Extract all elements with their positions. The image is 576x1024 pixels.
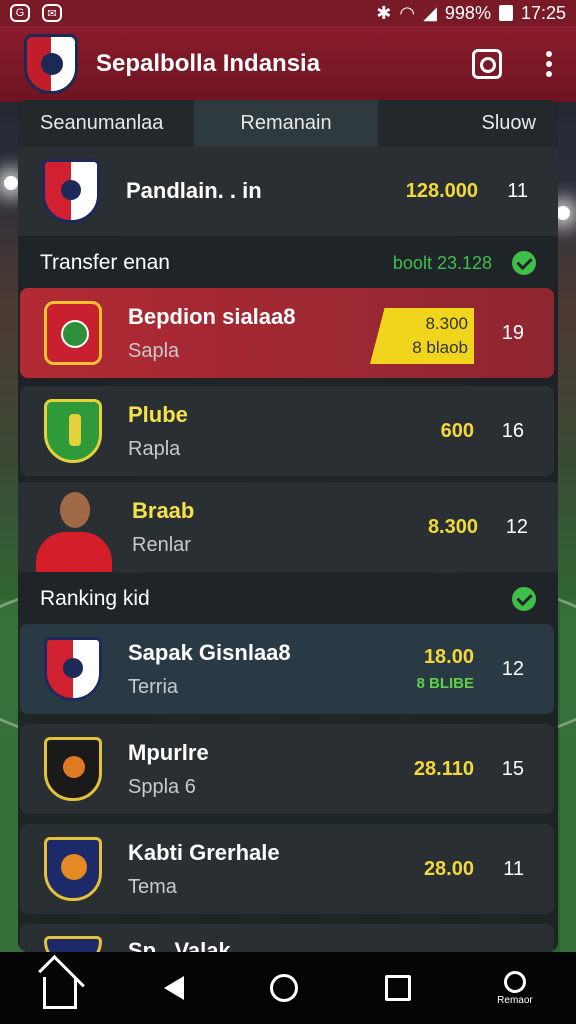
club-subtitle: Sppla 6 bbox=[128, 775, 196, 798]
club-name: Kabti Grerhale bbox=[128, 839, 280, 865]
section-meta: boolt 23.128 bbox=[392, 252, 492, 273]
clock: 17:25 bbox=[520, 2, 566, 23]
club-rank: 11 bbox=[507, 179, 528, 202]
list-item-top[interactable]: Pandlain. . in 128.000 11 bbox=[18, 146, 558, 236]
main-panel: Seanumanlaa Remanain Sluow Pandlain. . i… bbox=[18, 100, 558, 952]
list-item[interactable]: Plube Rapla 600 16 bbox=[20, 386, 554, 476]
bluetooth-icon: ✱ bbox=[376, 2, 392, 23]
value-badge-secondary: 8 blaob bbox=[412, 338, 468, 357]
club-subtitle: Sapla bbox=[128, 339, 180, 362]
back-icon[interactable] bbox=[163, 976, 184, 1000]
club-rank: 12 bbox=[501, 657, 524, 680]
club-value: 28.110 bbox=[413, 757, 474, 780]
message-icon: ✉ bbox=[42, 4, 62, 22]
list-item[interactable]: Kabti Grerhale Tema 28.00 11 bbox=[20, 824, 554, 914]
app-bar: Sepalbolla Indansia bbox=[0, 26, 576, 102]
list-item[interactable]: Braab Renlar 8.300 12 bbox=[18, 482, 558, 572]
club-crest bbox=[44, 301, 102, 365]
club-value-secondary: 8 BLIBE bbox=[416, 675, 474, 692]
club-crest bbox=[44, 936, 102, 952]
club-crest bbox=[42, 159, 100, 223]
player-value: 8.300 bbox=[427, 515, 478, 538]
value-badge-primary: 8.300 bbox=[425, 314, 468, 333]
profile-icon bbox=[503, 970, 526, 993]
status-bar: G ✉ ✱ ◠ ◢ 998% 17:25 bbox=[0, 0, 576, 26]
check-icon bbox=[512, 251, 536, 275]
club-rank: 19 bbox=[501, 321, 524, 344]
club-name: Bepdion sialaa8 bbox=[128, 303, 296, 329]
list-item[interactable]: Sapak Gisnlaa8 Terria 18.00 8 BLIBE 12 bbox=[20, 624, 554, 714]
tab-sluow[interactable]: Sluow bbox=[460, 100, 558, 146]
section-title: Ranking kid bbox=[40, 587, 150, 610]
player-name: Braab bbox=[132, 497, 195, 523]
player-avatar bbox=[32, 488, 116, 572]
club-value: 128.000 bbox=[405, 179, 478, 202]
wifi-icon: ◠ bbox=[399, 2, 416, 23]
club-name: Sp...Valak bbox=[128, 938, 231, 952]
tab-bar: Seanumanlaa Remanain Sluow bbox=[18, 100, 558, 146]
club-subtitle: Terria bbox=[128, 675, 179, 698]
player-rank: 12 bbox=[505, 515, 528, 538]
club-subtitle: Rapla bbox=[128, 437, 181, 460]
club-rank: 11 bbox=[503, 857, 524, 880]
bottom-nav: Remaor bbox=[0, 952, 576, 1024]
club-rank: 15 bbox=[501, 757, 524, 780]
club-name: Mpurlre bbox=[128, 739, 209, 765]
notification-icon: G bbox=[10, 4, 30, 22]
profile-nav-button[interactable]: Remaor bbox=[497, 970, 533, 1006]
list-item[interactable]: Bepdion sialaa8 Sapla 8.300 8 blaob 19 bbox=[20, 288, 554, 378]
player-subtitle: Renlar bbox=[132, 533, 191, 556]
tab-seanumanlaa[interactable]: Seanumanlaa bbox=[18, 100, 194, 146]
recents-icon[interactable] bbox=[384, 975, 411, 1001]
app-logo bbox=[24, 34, 78, 94]
club-crest bbox=[44, 399, 102, 463]
transfer-section-header: Transfer enan boolt 23.128 bbox=[18, 238, 558, 288]
ranking-section-header: Ranking kid bbox=[18, 574, 558, 624]
profile-label: Remaor bbox=[497, 994, 533, 1006]
club-crest bbox=[44, 837, 102, 901]
club-name: Plube bbox=[128, 401, 188, 427]
club-name: Sapak Gisnlaa8 bbox=[128, 639, 291, 665]
battery-level: 998% bbox=[444, 2, 491, 23]
signal-icon: ◢ bbox=[423, 2, 437, 23]
home-circle-icon[interactable] bbox=[270, 974, 299, 1002]
club-value: 18.00 8 BLIBE bbox=[416, 646, 474, 692]
club-value: 28.00 bbox=[423, 857, 474, 880]
search-icon[interactable] bbox=[472, 49, 502, 79]
club-name: Pandlain. . in bbox=[126, 178, 262, 203]
battery-icon bbox=[498, 5, 513, 21]
tab-remanain[interactable]: Remanain bbox=[194, 100, 378, 146]
value-badge: 8.300 8 blaob bbox=[370, 308, 474, 364]
list-item[interactable]: Sp...Valak bbox=[20, 924, 554, 952]
club-value-primary: 18.00 bbox=[423, 646, 474, 668]
section-title: Transfer enan bbox=[40, 251, 170, 274]
club-crest bbox=[44, 737, 102, 801]
check-icon bbox=[512, 587, 536, 611]
club-value: 600 bbox=[440, 419, 474, 442]
club-crest bbox=[44, 637, 102, 701]
more-menu-icon[interactable] bbox=[546, 51, 552, 77]
list-item[interactable]: Mpurlre Sppla 6 28.110 15 bbox=[20, 724, 554, 814]
home-icon[interactable] bbox=[43, 977, 78, 1009]
club-rank: 16 bbox=[501, 419, 524, 442]
app-title: Sepalbolla Indansia bbox=[96, 50, 321, 77]
club-subtitle: Tema bbox=[128, 875, 177, 898]
